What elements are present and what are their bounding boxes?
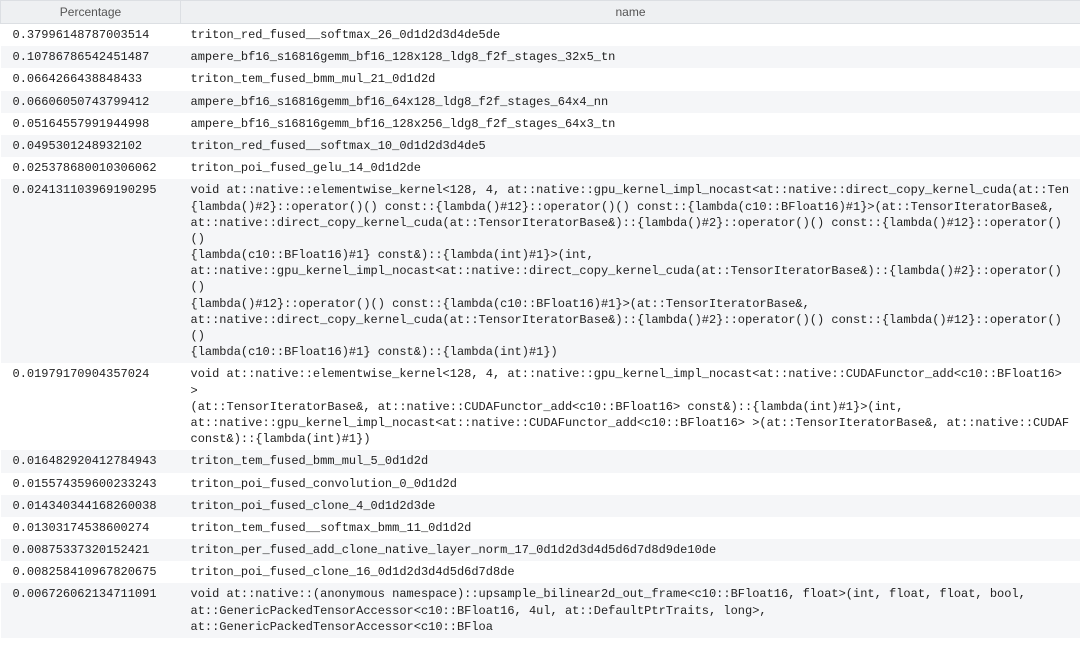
table-row[interactable]: 0.01303174538600274 triton_tem_fused__so… [1, 517, 1080, 539]
table-row[interactable]: 0.025378680010306062 triton_poi_fused_ge… [1, 157, 1080, 179]
cell-name: void at::native::elementwise_kernel<128,… [181, 179, 1080, 363]
cell-name: triton_poi_fused_convolution_0_0d1d2d [181, 473, 1080, 495]
table-row[interactable]: 0.10786786542451487 ampere_bf16_s16816ge… [1, 46, 1080, 68]
col-header-name[interactable]: name [181, 1, 1080, 24]
cell-name: triton_tem_fused__softmax_bmm_11_0d1d2d [181, 517, 1080, 539]
cell-name: triton_poi_fused_clone_16_0d1d2d3d4d5d6d… [181, 561, 1080, 583]
cell-percentage: 0.015574359600233243 [1, 473, 181, 495]
table-row[interactable]: 0.014340344168260038 triton_poi_fused_cl… [1, 495, 1080, 517]
cell-name: triton_poi_fused_clone_4_0d1d2d3de [181, 495, 1080, 517]
table-row[interactable]: 0.024131103969190295 void at::native::el… [1, 179, 1080, 363]
cell-name: triton_red_fused__softmax_26_0d1d2d3d4de… [181, 24, 1080, 47]
cell-name: triton_per_fused_add_clone_native_layer_… [181, 539, 1080, 561]
cell-percentage: 0.0495301248932102 [1, 135, 181, 157]
cell-name: ampere_bf16_s16816gemm_bf16_128x128_ldg8… [181, 46, 1080, 68]
table-header-row: Percentage name [1, 1, 1080, 24]
cell-percentage: 0.014340344168260038 [1, 495, 181, 517]
cell-percentage: 0.006726062134711091 [1, 583, 181, 638]
cell-percentage: 0.0664266438848433 [1, 68, 181, 90]
cell-percentage: 0.10786786542451487 [1, 46, 181, 68]
col-header-percentage[interactable]: Percentage [1, 1, 181, 24]
table-row[interactable]: 0.0495301248932102 triton_red_fused__sof… [1, 135, 1080, 157]
profiler-table: Percentage name 0.37996148787003514 trit… [0, 0, 1080, 638]
cell-percentage: 0.016482920412784943 [1, 450, 181, 472]
cell-name: triton_red_fused__softmax_10_0d1d2d3d4de… [181, 135, 1080, 157]
cell-percentage: 0.05164557991944998 [1, 113, 181, 135]
table-row[interactable]: 0.008258410967820675 triton_poi_fused_cl… [1, 561, 1080, 583]
table-row[interactable]: 0.01979170904357024 void at::native::ele… [1, 363, 1080, 450]
cell-name: triton_poi_fused_gelu_14_0d1d2de [181, 157, 1080, 179]
table-row[interactable]: 0.015574359600233243 triton_poi_fused_co… [1, 473, 1080, 495]
cell-percentage: 0.06606050743799412 [1, 91, 181, 113]
cell-name: ampere_bf16_s16816gemm_bf16_64x128_ldg8_… [181, 91, 1080, 113]
table-row[interactable]: 0.00875337320152421 triton_per_fused_add… [1, 539, 1080, 561]
cell-name: triton_tem_fused_bmm_mul_5_0d1d2d [181, 450, 1080, 472]
cell-percentage: 0.37996148787003514 [1, 24, 181, 47]
table-row[interactable]: 0.006726062134711091 void at::native::(a… [1, 583, 1080, 638]
cell-name: triton_tem_fused_bmm_mul_21_0d1d2d [181, 68, 1080, 90]
cell-percentage: 0.00875337320152421 [1, 539, 181, 561]
cell-percentage: 0.025378680010306062 [1, 157, 181, 179]
cell-name: void at::native::(anonymous namespace)::… [181, 583, 1080, 638]
cell-name: ampere_bf16_s16816gemm_bf16_128x256_ldg8… [181, 113, 1080, 135]
cell-name: void at::native::elementwise_kernel<128,… [181, 363, 1080, 450]
table-row[interactable]: 0.37996148787003514 triton_red_fused__so… [1, 24, 1080, 47]
table-row[interactable]: 0.016482920412784943 triton_tem_fused_bm… [1, 450, 1080, 472]
cell-percentage: 0.01979170904357024 [1, 363, 181, 450]
table-row[interactable]: 0.05164557991944998 ampere_bf16_s16816ge… [1, 113, 1080, 135]
table-row[interactable]: 0.0664266438848433 triton_tem_fused_bmm_… [1, 68, 1080, 90]
cell-percentage: 0.01303174538600274 [1, 517, 181, 539]
cell-percentage: 0.008258410967820675 [1, 561, 181, 583]
table-row[interactable]: 0.06606050743799412 ampere_bf16_s16816ge… [1, 91, 1080, 113]
cell-percentage: 0.024131103969190295 [1, 179, 181, 363]
